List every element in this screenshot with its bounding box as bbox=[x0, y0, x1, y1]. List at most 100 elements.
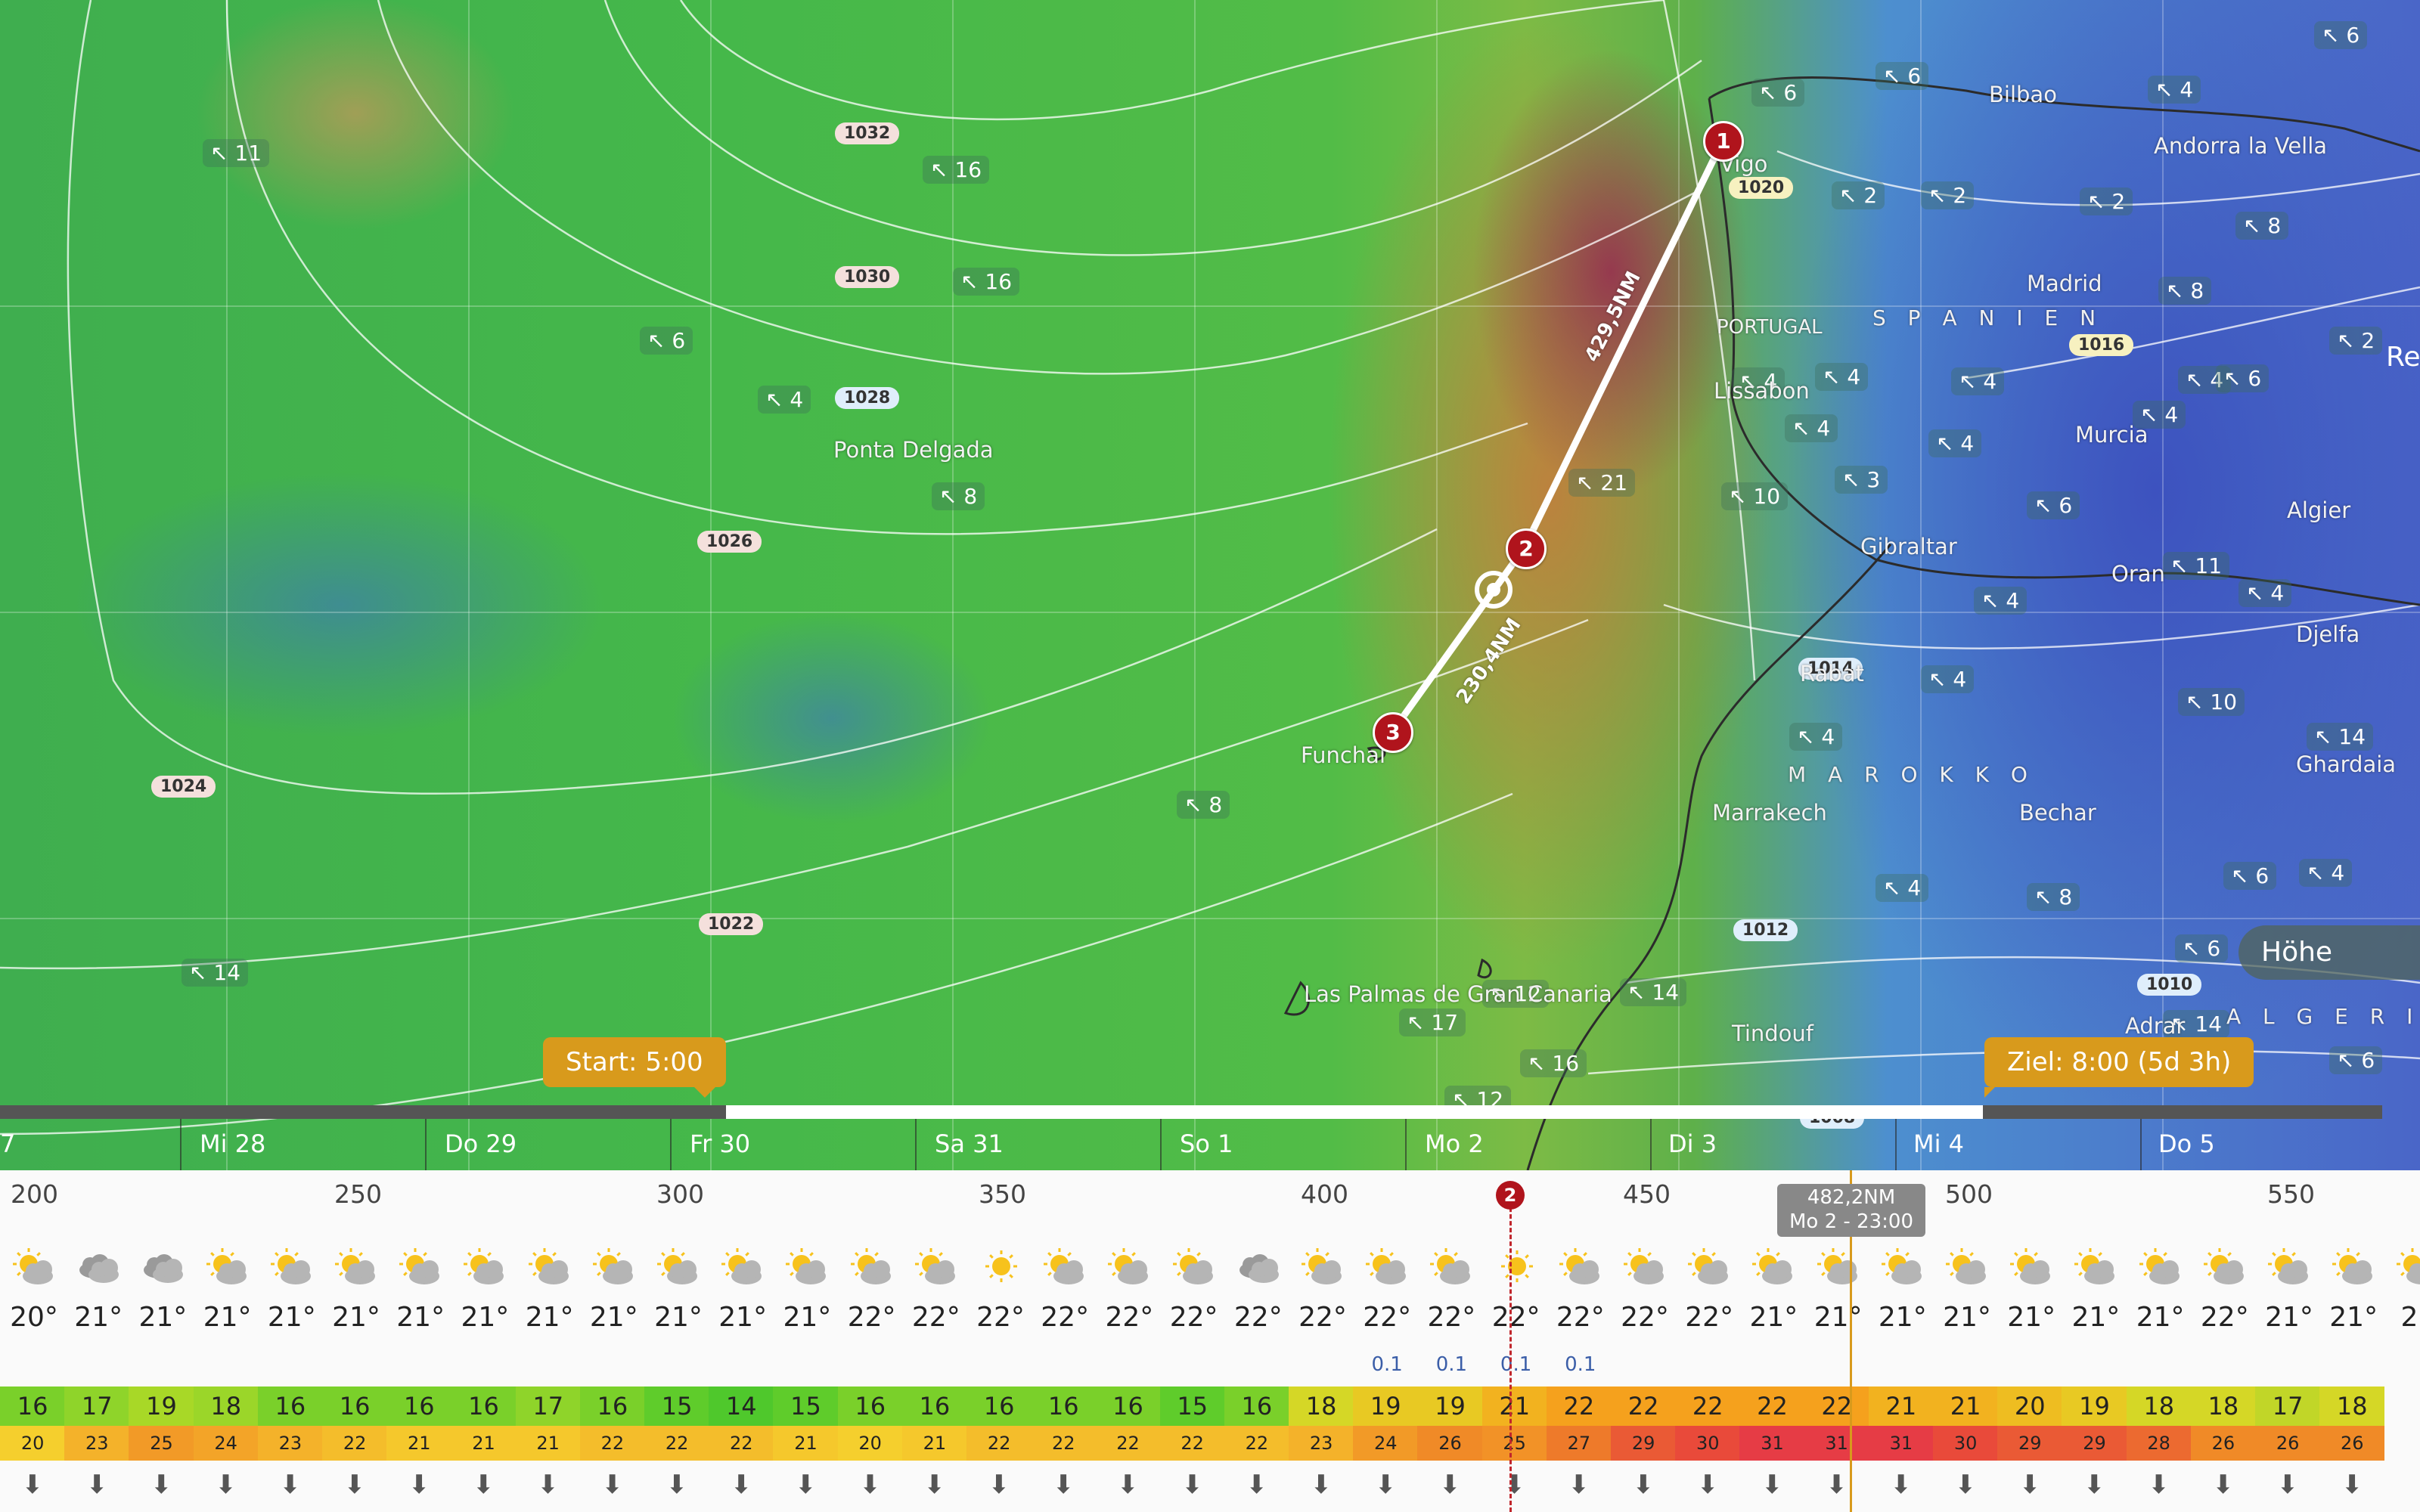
timeline-route-range[interactable] bbox=[726, 1105, 1983, 1119]
partly-cloudy-icon bbox=[721, 1247, 766, 1285]
day-separator bbox=[1160, 1119, 1162, 1170]
temperature-value: 22° bbox=[1556, 1302, 1605, 1333]
wind-speed-value: 14 bbox=[2338, 724, 2366, 749]
wind-gust-value: 21 bbox=[515, 1426, 581, 1461]
timeline-day[interactable]: 7 bbox=[0, 1129, 15, 1158]
wind-speed-value: 18 bbox=[2126, 1387, 2192, 1426]
wind-speed-value: 22 bbox=[1739, 1387, 1805, 1426]
temperature-value: 21° bbox=[2007, 1302, 2056, 1333]
place-label[interactable]: Oran bbox=[2111, 561, 2165, 587]
wind-direction-arrow-icon: ⬇ bbox=[2083, 1470, 2105, 1500]
isobars-layer bbox=[0, 0, 2420, 1170]
timeline-day[interactable]: Mo 2 bbox=[1425, 1129, 1484, 1158]
wind-speed-value: 4 bbox=[2006, 588, 2020, 613]
wind-speed-tag: ↖ 4 bbox=[2299, 859, 2353, 887]
place-label[interactable]: Gibraltar bbox=[1860, 534, 1957, 559]
place-label[interactable]: Ponta Delgada bbox=[833, 437, 994, 463]
wind-direction-arrow-icon: ⬇ bbox=[279, 1470, 302, 1500]
wind-gust-value: 23 bbox=[1289, 1426, 1354, 1461]
partly-cloudy-icon bbox=[2267, 1247, 2313, 1285]
wind-speed-tag: ↖ 2 bbox=[1832, 181, 1885, 209]
altitude-layer-button[interactable]: Höhe bbox=[2238, 925, 2420, 980]
wind-speed-value: 10 bbox=[2210, 689, 2238, 714]
temperature-value: 22° bbox=[1169, 1302, 1218, 1333]
timeline-day[interactable]: Fr 30 bbox=[690, 1129, 750, 1158]
wind-speed-value: 17 bbox=[1431, 1010, 1459, 1035]
timeline-day[interactable]: Do 5 bbox=[2158, 1129, 2215, 1158]
region-label: PORTUGAL bbox=[1717, 316, 1823, 339]
wind-speed-value: 14 bbox=[1652, 980, 1680, 1005]
place-label[interactable]: Rabat bbox=[1800, 661, 1864, 686]
weather-map[interactable]: 1032 1030 1028 1026 1024 1022 1020 1016 … bbox=[0, 0, 2420, 1170]
route-start-handle[interactable]: Start: 5:00 bbox=[543, 1037, 726, 1098]
day-separator bbox=[1650, 1119, 1652, 1170]
partly-cloudy-icon bbox=[334, 1247, 380, 1285]
wind-speed-tag: ↖ 8 bbox=[1177, 791, 1230, 819]
wind-speed-value: 8 bbox=[2190, 278, 2204, 303]
place-label[interactable]: Marrakech bbox=[1712, 800, 1827, 826]
temperature-value: 21° bbox=[1749, 1302, 1798, 1333]
route-waypoint[interactable]: 1 bbox=[1703, 121, 1744, 162]
wind-speed-value: 16 bbox=[0, 1387, 66, 1426]
place-label[interactable]: Madrid bbox=[2027, 271, 2102, 296]
wind-speed-value: 18 bbox=[2190, 1387, 2256, 1426]
place-label[interactable]: Tindouf bbox=[1732, 1021, 1813, 1046]
temperature-value: 22° bbox=[1233, 1302, 1283, 1333]
waypoint-marker[interactable]: 2 bbox=[1496, 1181, 1525, 1210]
route-forecast-panel[interactable] bbox=[0, 1170, 2420, 1512]
wind-speed-tag: ↖ 21 bbox=[1568, 469, 1636, 497]
wind-speed-tag: ↖ 4 bbox=[1928, 429, 1982, 457]
wind-gust-value: 23 bbox=[64, 1426, 130, 1461]
timeline-day[interactable]: Sa 31 bbox=[935, 1129, 1004, 1158]
timeline-day[interactable]: So 1 bbox=[1180, 1129, 1233, 1158]
route-waypoint[interactable]: 3 bbox=[1373, 712, 1413, 753]
wind-speed-value: 6 bbox=[2255, 863, 2270, 888]
route-end-handle[interactable]: Ziel: 8:00 (5d 3h) bbox=[1984, 1037, 2254, 1098]
place-label[interactable]: Ghardaia bbox=[2296, 751, 2396, 777]
place-label[interactable]: Lissabon bbox=[1714, 378, 1810, 404]
wind-direction-arrow-icon: ⬇ bbox=[1954, 1470, 1977, 1500]
partly-cloudy-icon bbox=[1623, 1247, 1668, 1285]
place-label[interactable]: Bilbao bbox=[1989, 82, 2057, 107]
wind-speed-tag: ↖ 2 bbox=[2080, 187, 2133, 215]
distance-tick: 350 bbox=[979, 1179, 1026, 1209]
wind-gust-value: 28 bbox=[2126, 1426, 2192, 1461]
wind-gust-value: 26 bbox=[2255, 1426, 2321, 1461]
day-separator bbox=[425, 1119, 427, 1170]
timeline-day[interactable]: Do 29 bbox=[445, 1129, 517, 1158]
wind-speed-value: 4 bbox=[1953, 667, 1967, 692]
timeline-day[interactable]: Mi 28 bbox=[200, 1129, 265, 1158]
temperature-value: 21° bbox=[396, 1302, 445, 1333]
wind-direction-arrow-icon: ⬇ bbox=[215, 1470, 237, 1500]
day-separator bbox=[180, 1119, 182, 1170]
place-label[interactable]: Andorra la Vella bbox=[2154, 133, 2327, 159]
partly-cloudy-icon bbox=[12, 1247, 57, 1285]
place-label[interactable]: Adrar bbox=[2125, 1013, 2185, 1039]
temperature-value: 21° bbox=[2071, 1302, 2121, 1333]
route-waypoint[interactable]: 2 bbox=[1506, 528, 1547, 569]
place-label[interactable]: Murcia bbox=[2075, 422, 2148, 448]
partly-cloudy-icon bbox=[1429, 1247, 1475, 1285]
temperature-value: 21° bbox=[461, 1302, 510, 1333]
timeline-day[interactable]: Di 3 bbox=[1668, 1129, 1717, 1158]
wind-gust-value: 29 bbox=[1611, 1426, 1677, 1461]
place-label[interactable]: Djelfa bbox=[2296, 621, 2360, 647]
wind-speed-tag: ↖ 4 bbox=[1921, 665, 1975, 693]
cursor-tooltip: 482,2NM Mo 2 - 23:00 bbox=[1777, 1184, 1925, 1237]
wind-speed-value: 15 bbox=[644, 1387, 710, 1426]
place-label[interactable]: Funchal bbox=[1301, 742, 1385, 768]
place-label[interactable]: Las Palmas de Gran Canaria bbox=[1304, 981, 1612, 1007]
wind-speed-value: 21 bbox=[1868, 1387, 1934, 1426]
place-label[interactable]: Algier bbox=[2287, 497, 2350, 523]
place-label[interactable]: Bechar bbox=[2019, 800, 2096, 826]
temperature-value: 22° bbox=[1041, 1302, 1090, 1333]
wind-direction-arrow-icon: ⬇ bbox=[795, 1470, 817, 1500]
timeline-day[interactable]: Mi 4 bbox=[1913, 1129, 1964, 1158]
cursor-distance: 482,2NM bbox=[1807, 1186, 1896, 1209]
wind-direction-arrow-icon: ⬇ bbox=[923, 1470, 946, 1500]
wind-speed-value: 16 bbox=[257, 1387, 323, 1426]
wind-gust-value: 29 bbox=[2062, 1426, 2127, 1461]
wind-direction-arrow-icon: ⬇ bbox=[1246, 1470, 1268, 1500]
partly-cloudy-icon bbox=[2332, 1247, 2377, 1285]
wind-speed-value: 21 bbox=[1481, 1387, 1547, 1426]
